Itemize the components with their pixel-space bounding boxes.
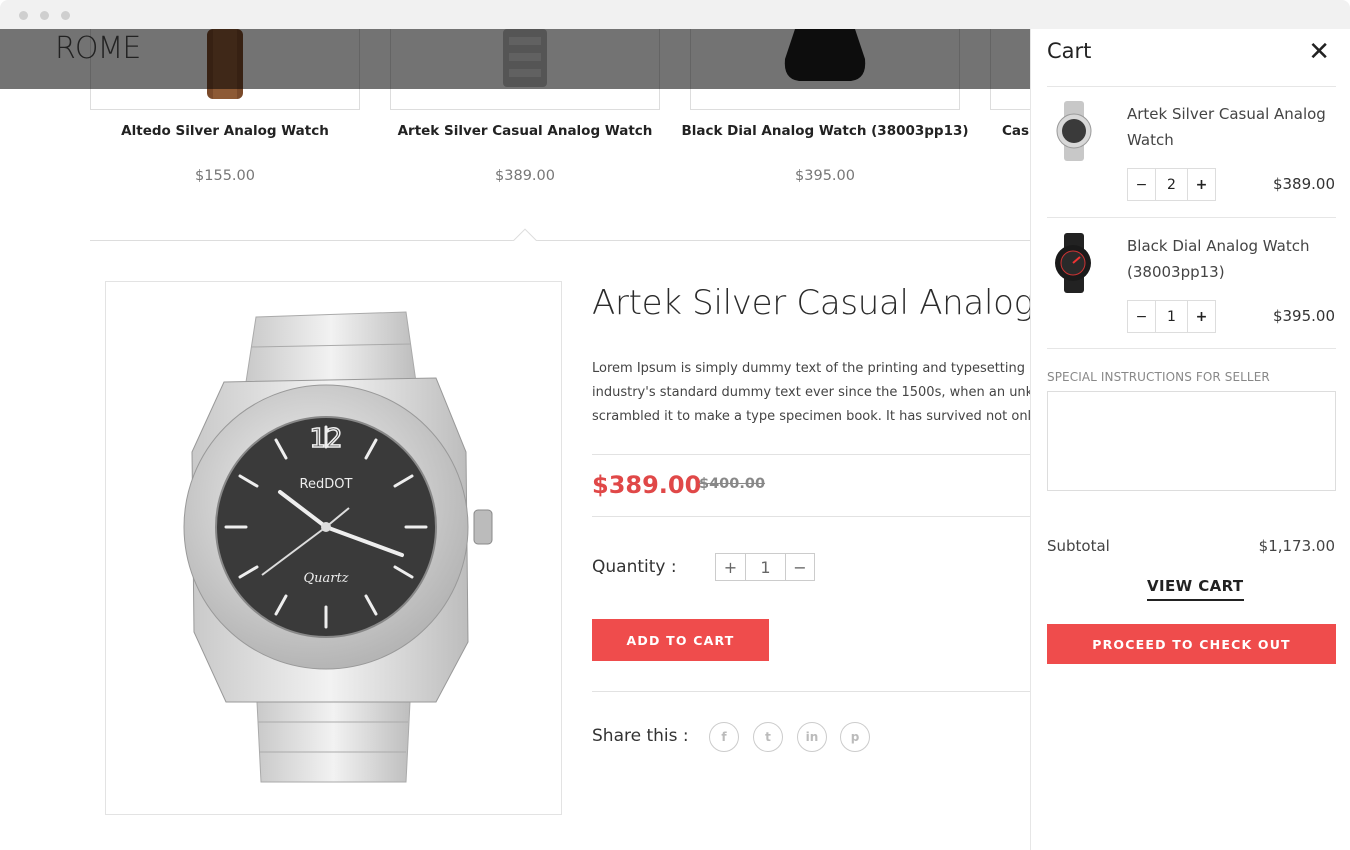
quantity-increase-button[interactable]: + xyxy=(715,553,746,581)
cart-item-name[interactable]: Black Dial Analog Watch (38003pp13) xyxy=(1127,233,1327,285)
product-price: $389.00 xyxy=(592,471,702,499)
store-logo[interactable]: ROME xyxy=(55,31,141,66)
subtotal-label: Subtotal xyxy=(1047,537,1110,555)
section-divider xyxy=(90,240,1030,241)
cart-item-thumbnail-icon[interactable] xyxy=(1049,233,1099,293)
header-overlay xyxy=(0,29,1030,89)
related-product-price: $389.00 xyxy=(495,168,555,184)
subtotal-value: $1,173.00 xyxy=(1258,537,1335,555)
divider xyxy=(1047,86,1336,87)
cart-item-price: $395.00 xyxy=(1272,307,1335,325)
active-product-indicator xyxy=(510,225,540,241)
share-label: Share this : xyxy=(592,726,689,746)
watch-sub-mark: Quartz xyxy=(303,571,348,586)
related-product-price: $155.00 xyxy=(195,168,255,184)
window-titlebar xyxy=(0,0,1350,29)
instructions-textarea[interactable] xyxy=(1047,391,1336,491)
linkedin-icon[interactable]: in xyxy=(797,722,827,752)
cart-item-thumbnail-icon[interactable] xyxy=(1049,101,1099,161)
cart-item-decrease-button[interactable]: − xyxy=(1127,168,1156,201)
cart-drawer: Cart ✕ Artek Silver Casual Analog Watch … xyxy=(1030,29,1350,850)
related-product-name[interactable]: Artek Silver Casual Analog Watch xyxy=(375,123,675,139)
cart-title: Cart xyxy=(1047,39,1092,63)
quantity-input[interactable]: 1 xyxy=(745,553,786,581)
twitter-icon[interactable]: t xyxy=(753,722,783,752)
window-dot-maximize[interactable] xyxy=(61,11,70,20)
watch-brand-mark: RedDOT xyxy=(300,477,353,492)
product-old-price: $400.00 xyxy=(699,476,766,492)
facebook-icon[interactable]: f xyxy=(709,722,739,752)
divider xyxy=(592,516,1030,517)
cart-item-decrease-button[interactable]: − xyxy=(1127,300,1156,333)
cart-item-quantity-input[interactable]: 2 xyxy=(1155,168,1188,201)
product-title: Artek Silver Casual Analog W xyxy=(592,283,1078,323)
quantity-decrease-button[interactable]: − xyxy=(785,553,815,581)
cart-item-quantity-input[interactable]: 1 xyxy=(1155,300,1188,333)
cart-item-price: $389.00 xyxy=(1272,175,1335,193)
watch-image-icon: 12 RedDOT Quartz xyxy=(183,311,493,783)
quantity-label: Quantity : xyxy=(592,557,677,577)
cart-item-name[interactable]: Artek Silver Casual Analog Watch xyxy=(1127,101,1327,153)
watch-dial-numeral: 12 xyxy=(309,424,342,454)
checkout-button[interactable]: PROCEED TO CHECK OUT xyxy=(1047,624,1336,664)
divider xyxy=(592,454,1030,455)
related-product-price: $395.00 xyxy=(795,168,855,184)
cart-item-increase-button[interactable]: + xyxy=(1187,300,1216,333)
product-description: Lorem Ipsum is simply dummy text of the … xyxy=(592,357,1062,429)
instructions-label: SPECIAL INSTRUCTIONS FOR SELLER xyxy=(1047,370,1270,384)
product-image[interactable]: 12 RedDOT Quartz xyxy=(105,281,562,815)
window-dot-close[interactable] xyxy=(19,11,28,20)
product-page: ROME Altedo Silver Analog Watch $155.00 … xyxy=(0,29,1350,850)
view-cart-link[interactable]: VIEW CART xyxy=(1147,577,1244,601)
product-description-line: scrambled it to make a type specimen boo… xyxy=(592,409,1059,424)
product-description-line: industry's standard dummy text ever sinc… xyxy=(592,385,1061,400)
cart-item-increase-button[interactable]: + xyxy=(1187,168,1216,201)
window-dot-minimize[interactable] xyxy=(40,11,49,20)
related-product-name[interactable]: Black Dial Analog Watch (38003pp13) xyxy=(675,123,975,139)
add-to-cart-button[interactable]: ADD TO CART xyxy=(592,619,769,661)
product-description-line: Lorem Ipsum is simply dummy text of the … xyxy=(592,361,1058,376)
related-product-name[interactable]: Altedo Silver Analog Watch xyxy=(75,123,375,139)
pinterest-icon[interactable]: p xyxy=(840,722,870,752)
divider xyxy=(1047,217,1336,218)
divider xyxy=(592,691,1030,692)
close-icon[interactable]: ✕ xyxy=(1308,37,1330,67)
related-product-name[interactable]: Casi xyxy=(1002,123,1034,139)
divider xyxy=(1047,348,1336,349)
